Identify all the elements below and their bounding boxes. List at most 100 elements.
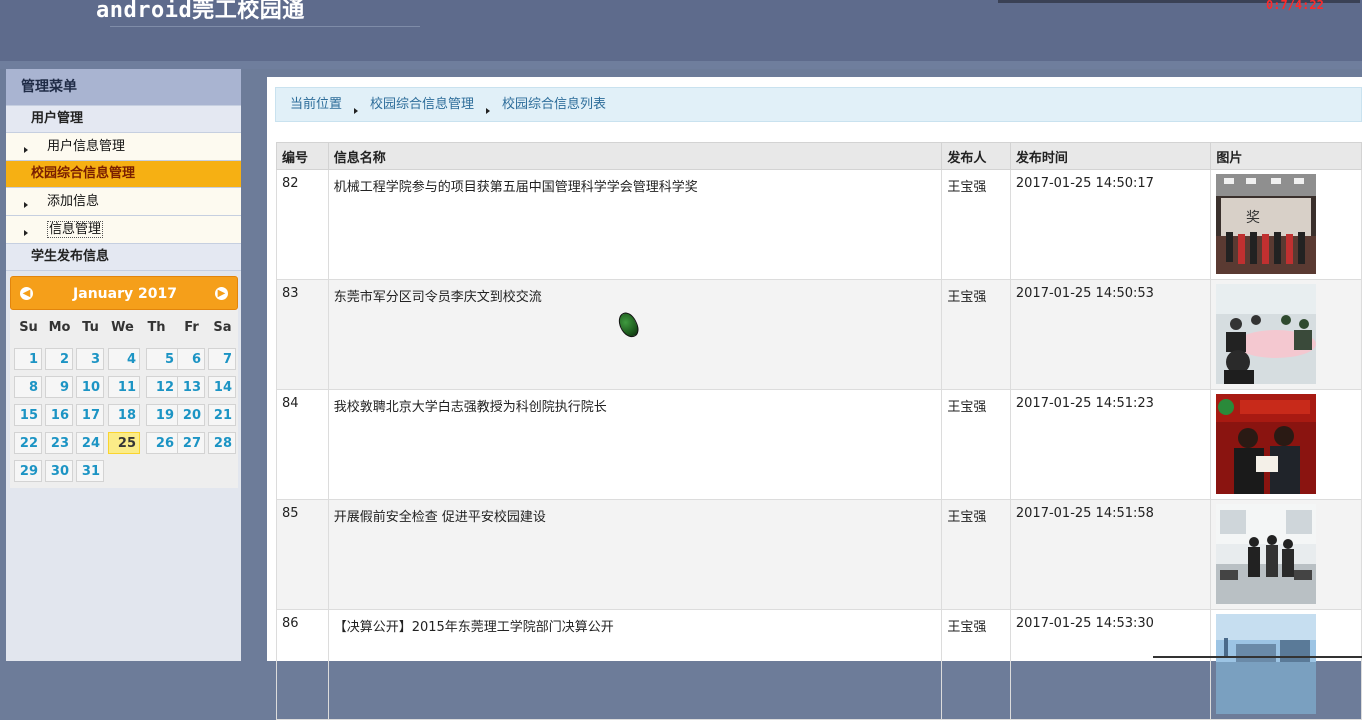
news-photo[interactable] [1216,394,1317,494]
cell-author: 王宝强 [941,169,1011,280]
arrow-right-icon [486,108,490,114]
calendar-day[interactable]: 26 [146,432,178,454]
cell-author: 王宝强 [941,609,1011,720]
sidebar-group-user[interactable]: 用户管理 [6,106,241,133]
cell-author: 王宝强 [941,279,1011,390]
sidebar-item-manage-info[interactable]: 信息管理 [6,216,241,244]
cell-image [1210,389,1362,500]
cell-author: 王宝强 [941,389,1011,500]
calendar-day[interactable]: 11 [108,376,140,398]
calendar-day[interactable]: 20 [177,404,205,426]
calendar-weekday: Sa [213,320,232,335]
calendar-weekday: Tu [82,320,99,335]
title-underline [110,26,420,27]
cell-image [1210,279,1362,390]
cell-author: 王宝强 [941,499,1011,610]
news-photo[interactable] [1216,504,1317,604]
calendar-day[interactable]: 27 [177,432,205,454]
cell-title[interactable]: 开展假前安全检查 促进平安校园建设 [327,499,943,610]
calendar-weekday: Su [19,320,38,335]
main-panel: 当前位置 校园综合信息管理 校园综合信息列表 编号 信息名称 发布人 发布时间 … [267,77,1362,720]
cell-time: 2017-01-25 14:51:23 [1009,389,1212,500]
breadcrumb: 当前位置 校园综合信息管理 校园综合信息列表 [275,87,1362,122]
cell-title[interactable]: 机械工程学院参与的项目获第五届中国管理科学学会管理科学奖 [327,169,943,280]
cell-id: 86 [276,609,329,720]
info-table: 编号 信息名称 发布人 发布时间 图片 82 机械工程学院参与的项目获第五届中国… [276,142,1362,720]
calendar-weekday: Th [147,320,166,335]
calendar-day[interactable]: 10 [76,376,104,398]
column-header-image: 图片 [1210,142,1362,170]
calendar-day[interactable]: 1 [14,348,42,370]
calendar-day[interactable]: 8 [14,376,42,398]
calendar-day[interactable]: 19 [146,404,178,426]
calendar-widget: January 2017 ◀ ▶ Su Mo Tu We Th Fr Sa 1 2 3 4 5 6 7 8 9… [10,276,238,488]
calendar-day[interactable]: 16 [45,404,73,426]
table-row[interactable]: 86 【决算公开】2015年东莞理工学院部门决算公开 王宝强 2017-01-2… [276,609,1362,720]
sidebar-item-label: 添加信息 [47,194,100,209]
calendar-day[interactable]: 9 [45,376,73,398]
cell-title[interactable]: 我校敦聘北京大学白志强教授为科创院执行院长 [327,389,943,500]
table-row[interactable]: 83 东莞市军分区司令员李庆文到校交流 王宝强 2017-01-25 14:50… [276,279,1362,390]
sidebar: 管理菜单 用户管理 用户信息管理 校园综合信息管理 添加信息 信息管理 学生发布… [6,69,241,661]
window-edge [1153,656,1362,658]
calendar-day[interactable]: 6 [177,348,205,370]
app-header: android莞工校园通 0:7/4:22 [0,0,1362,61]
calendar-day[interactable]: 17 [76,404,104,426]
calendar-day[interactable]: 5 [146,348,178,370]
calendar-day[interactable]: 7 [208,348,236,370]
news-photo[interactable]: 奖 [1216,174,1317,274]
calendar-day[interactable]: 13 [177,376,205,398]
calendar-day[interactable]: 24 [76,432,104,454]
calendar-day[interactable]: 31 [76,460,104,482]
calendar-day-today[interactable]: 25 [108,432,140,454]
breadcrumb-info-list[interactable]: 校园综合信息列表 [502,88,606,122]
column-header-time: 发布时间 [1009,142,1212,170]
calendar-day[interactable]: 15 [14,404,42,426]
cell-id: 83 [276,279,329,390]
chevron-right-icon[interactable]: ▶ [215,287,228,300]
column-header-title: 信息名称 [327,142,943,170]
calendar-weekday: We [111,320,134,335]
breadcrumb-current-location: 当前位置 [290,97,343,112]
arrow-right-icon [24,202,28,208]
calendar-day[interactable]: 14 [208,376,236,398]
calendar-day[interactable]: 22 [14,432,42,454]
news-photo[interactable] [1216,614,1317,714]
breadcrumb-campus-info[interactable]: 校园综合信息管理 [370,88,474,122]
cell-time: 2017-01-25 14:50:17 [1009,169,1212,280]
arrow-right-icon [354,108,358,114]
table-row[interactable]: 82 机械工程学院参与的项目获第五届中国管理科学学会管理科学奖 王宝强 2017… [276,169,1362,280]
calendar-day[interactable]: 21 [208,404,236,426]
news-photo[interactable] [1216,284,1317,384]
column-header-author: 发布人 [941,142,1011,170]
calendar-day[interactable]: 18 [108,404,140,426]
cell-title[interactable]: 【决算公开】2015年东莞理工学院部门决算公开 [327,609,943,720]
sidebar-item-label: 用户信息管理 [47,139,126,154]
calendar-day[interactable]: 12 [146,376,178,398]
clock-readout: 0:7/4:22 [1266,0,1324,12]
calendar-day[interactable]: 29 [14,460,42,482]
cell-image [1210,499,1362,610]
cell-id: 84 [276,389,329,500]
calendar-day[interactable]: 28 [208,432,236,454]
sidebar-item-user-info[interactable]: 用户信息管理 [6,133,241,161]
calendar-weekday: Mo [48,320,71,335]
calendar-day[interactable]: 3 [76,348,104,370]
sidebar-group-campus-info[interactable]: 校园综合信息管理 [6,161,241,188]
calendar-day[interactable]: 23 [45,432,73,454]
calendar-day[interactable]: 2 [45,348,73,370]
cell-image: 奖 [1210,169,1362,280]
table-row[interactable]: 85 开展假前安全检查 促进平安校园建设 王宝强 2017-01-25 14:5… [276,499,1362,610]
sidebar-title: 管理菜单 [6,69,241,106]
cell-id: 82 [276,169,329,280]
table-row[interactable]: 84 我校敦聘北京大学白志强教授为科创院执行院长 王宝强 2017-01-25 … [276,389,1362,500]
cell-time: 2017-01-25 14:50:53 [1009,279,1212,390]
chevron-left-icon[interactable]: ◀ [20,287,33,300]
sidebar-group-student-posts[interactable]: 学生发布信息 [6,244,241,271]
arrow-right-icon [24,230,28,236]
calendar-day[interactable]: 4 [108,348,140,370]
sidebar-item-add-info[interactable]: 添加信息 [6,188,241,216]
app-title: android莞工校园通 [96,0,305,23]
arrow-right-icon [24,147,28,153]
calendar-day[interactable]: 30 [45,460,73,482]
